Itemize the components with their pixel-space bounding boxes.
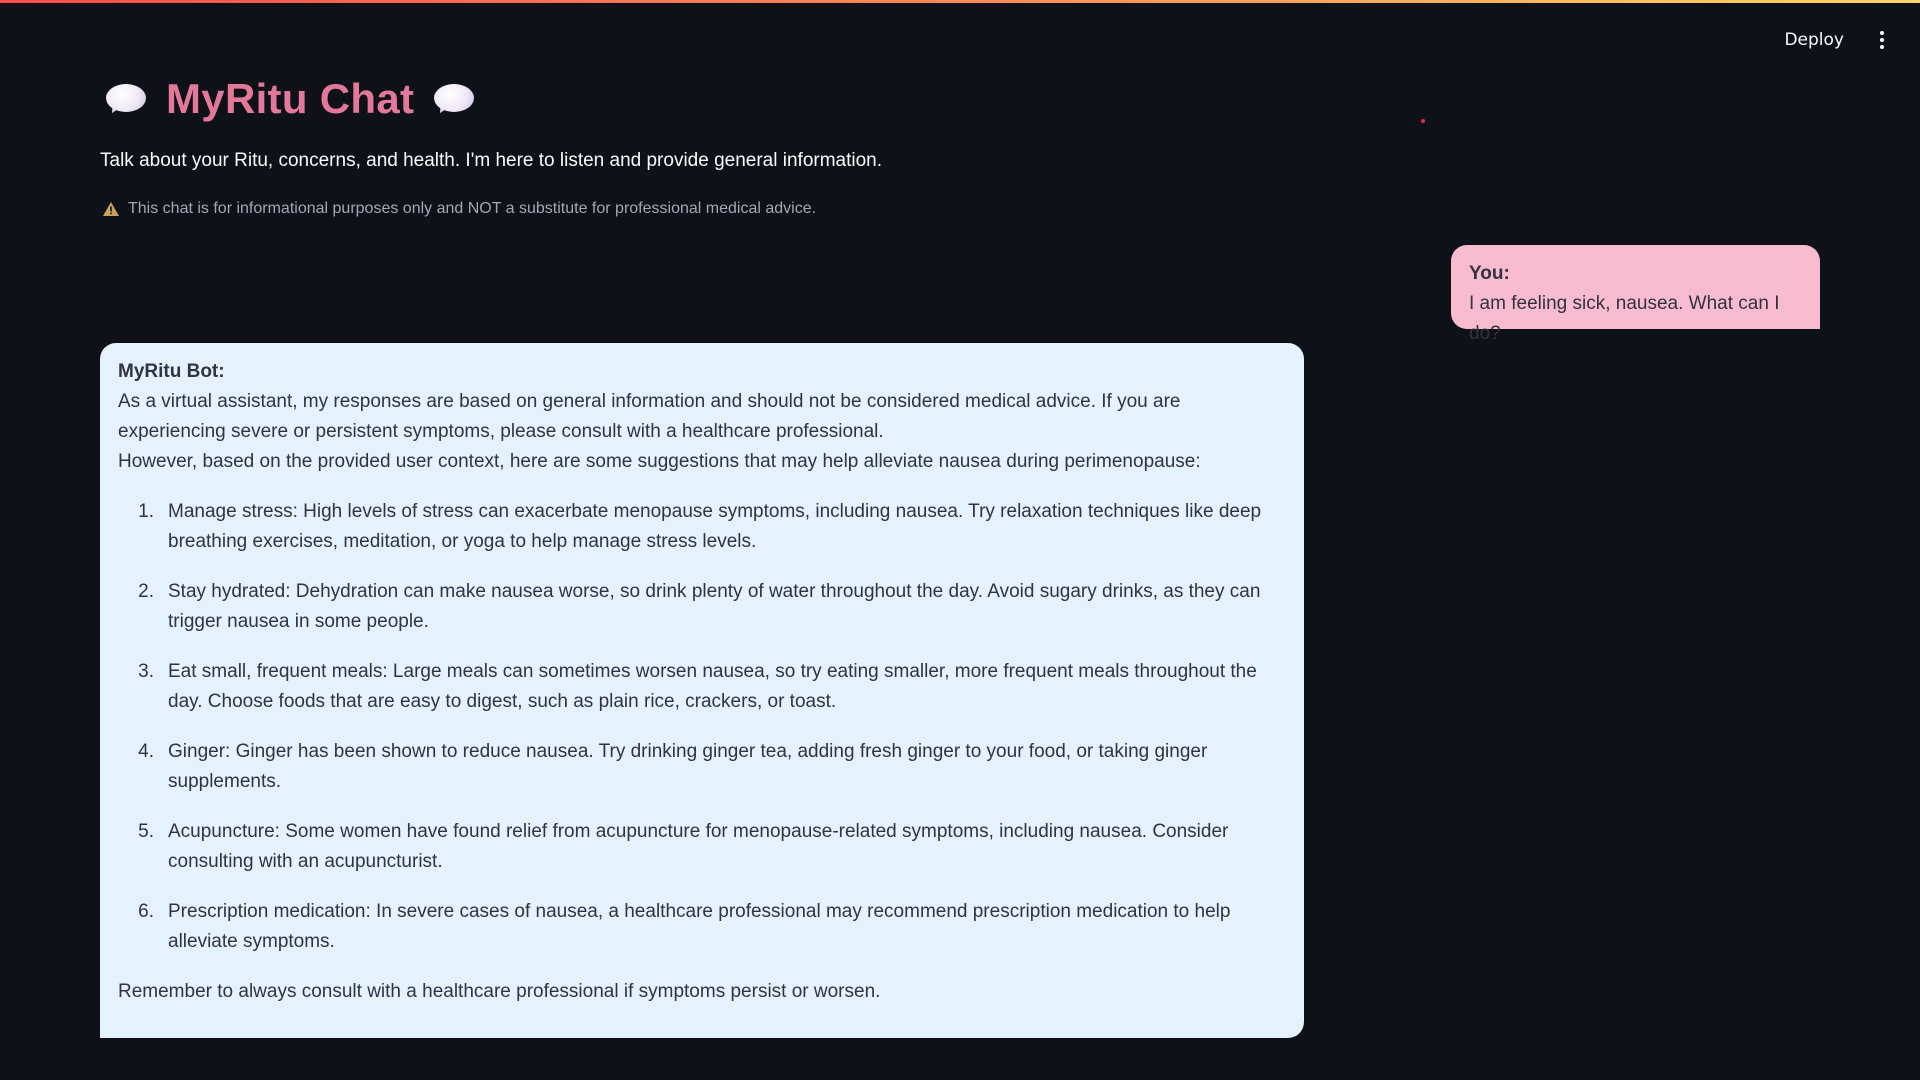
deploy-button[interactable]: Deploy bbox=[1784, 30, 1844, 50]
speech-bubble-icon bbox=[106, 84, 146, 116]
bot-speaker-label: MyRitu Bot: bbox=[118, 361, 225, 382]
list-item-number: 6. bbox=[138, 901, 154, 922]
suggestion-list: 1. Manage stress: High levels of stress … bbox=[118, 497, 1286, 957]
list-item-text: Eat small, frequent meals: Large meals c… bbox=[168, 661, 1257, 712]
more-vertical-icon[interactable] bbox=[1874, 28, 1890, 52]
title-row: MyRitu Chat bbox=[100, 70, 480, 128]
top-decoration-bar bbox=[0, 0, 1920, 3]
bot-closing-text: Remember to always consult with a health… bbox=[118, 981, 881, 1002]
list-item-number: 2. bbox=[138, 581, 154, 602]
page-header: MyRitu Chat bbox=[100, 70, 480, 128]
list-item-text: Prescription medication: In severe cases… bbox=[168, 901, 1231, 952]
list-item-number: 1. bbox=[138, 501, 154, 522]
list-item: 6. Prescription medication: In severe ca… bbox=[118, 897, 1286, 957]
status-indicator bbox=[1421, 119, 1425, 123]
list-item-text: Stay hydrated: Dehydration can make naus… bbox=[168, 581, 1261, 632]
list-item-number: 4. bbox=[138, 741, 154, 762]
list-item: 4. Ginger: Ginger has been shown to redu… bbox=[118, 737, 1286, 797]
list-item-text: Manage stress: High levels of stress can… bbox=[168, 501, 1262, 552]
list-item-text: Ginger: Ginger has been shown to reduce … bbox=[168, 741, 1208, 792]
disclaimer: This chat is for informational purposes … bbox=[102, 200, 816, 218]
bot-message-bubble: MyRitu Bot: As a virtual assistant, my r… bbox=[100, 343, 1304, 1038]
list-item-text: Acupuncture: Some women have found relie… bbox=[168, 821, 1229, 872]
page-title: MyRitu Chat bbox=[166, 75, 415, 122]
bot-lead-text: However, based on the provided user cont… bbox=[118, 451, 1201, 472]
user-message-text: I am feeling sick, nausea. What can I do… bbox=[1469, 293, 1780, 344]
page-subtitle: Talk about your Ritu, concerns, and heal… bbox=[100, 150, 883, 171]
list-item: 5. Acupuncture: Some women have found re… bbox=[118, 817, 1286, 877]
warning-icon bbox=[102, 201, 120, 217]
list-item: 2. Stay hydrated: Dehydration can make n… bbox=[118, 577, 1286, 637]
list-item-number: 3. bbox=[138, 661, 154, 682]
list-item: 1. Manage stress: High levels of stress … bbox=[118, 497, 1286, 557]
speech-bubble-icon bbox=[434, 84, 475, 116]
user-speaker-label: You: bbox=[1469, 263, 1510, 284]
disclaimer-text: This chat is for informational purposes … bbox=[128, 200, 817, 217]
bot-intro-text: As a virtual assistant, my responses are… bbox=[118, 391, 1181, 442]
user-message-bubble: You: I am feeling sick, nausea. What can… bbox=[1451, 245, 1820, 344]
list-item: 3. Eat small, frequent meals: Large meal… bbox=[118, 657, 1286, 717]
app-toolbar: Deploy bbox=[1784, 28, 1890, 52]
list-item-number: 5. bbox=[138, 821, 154, 842]
